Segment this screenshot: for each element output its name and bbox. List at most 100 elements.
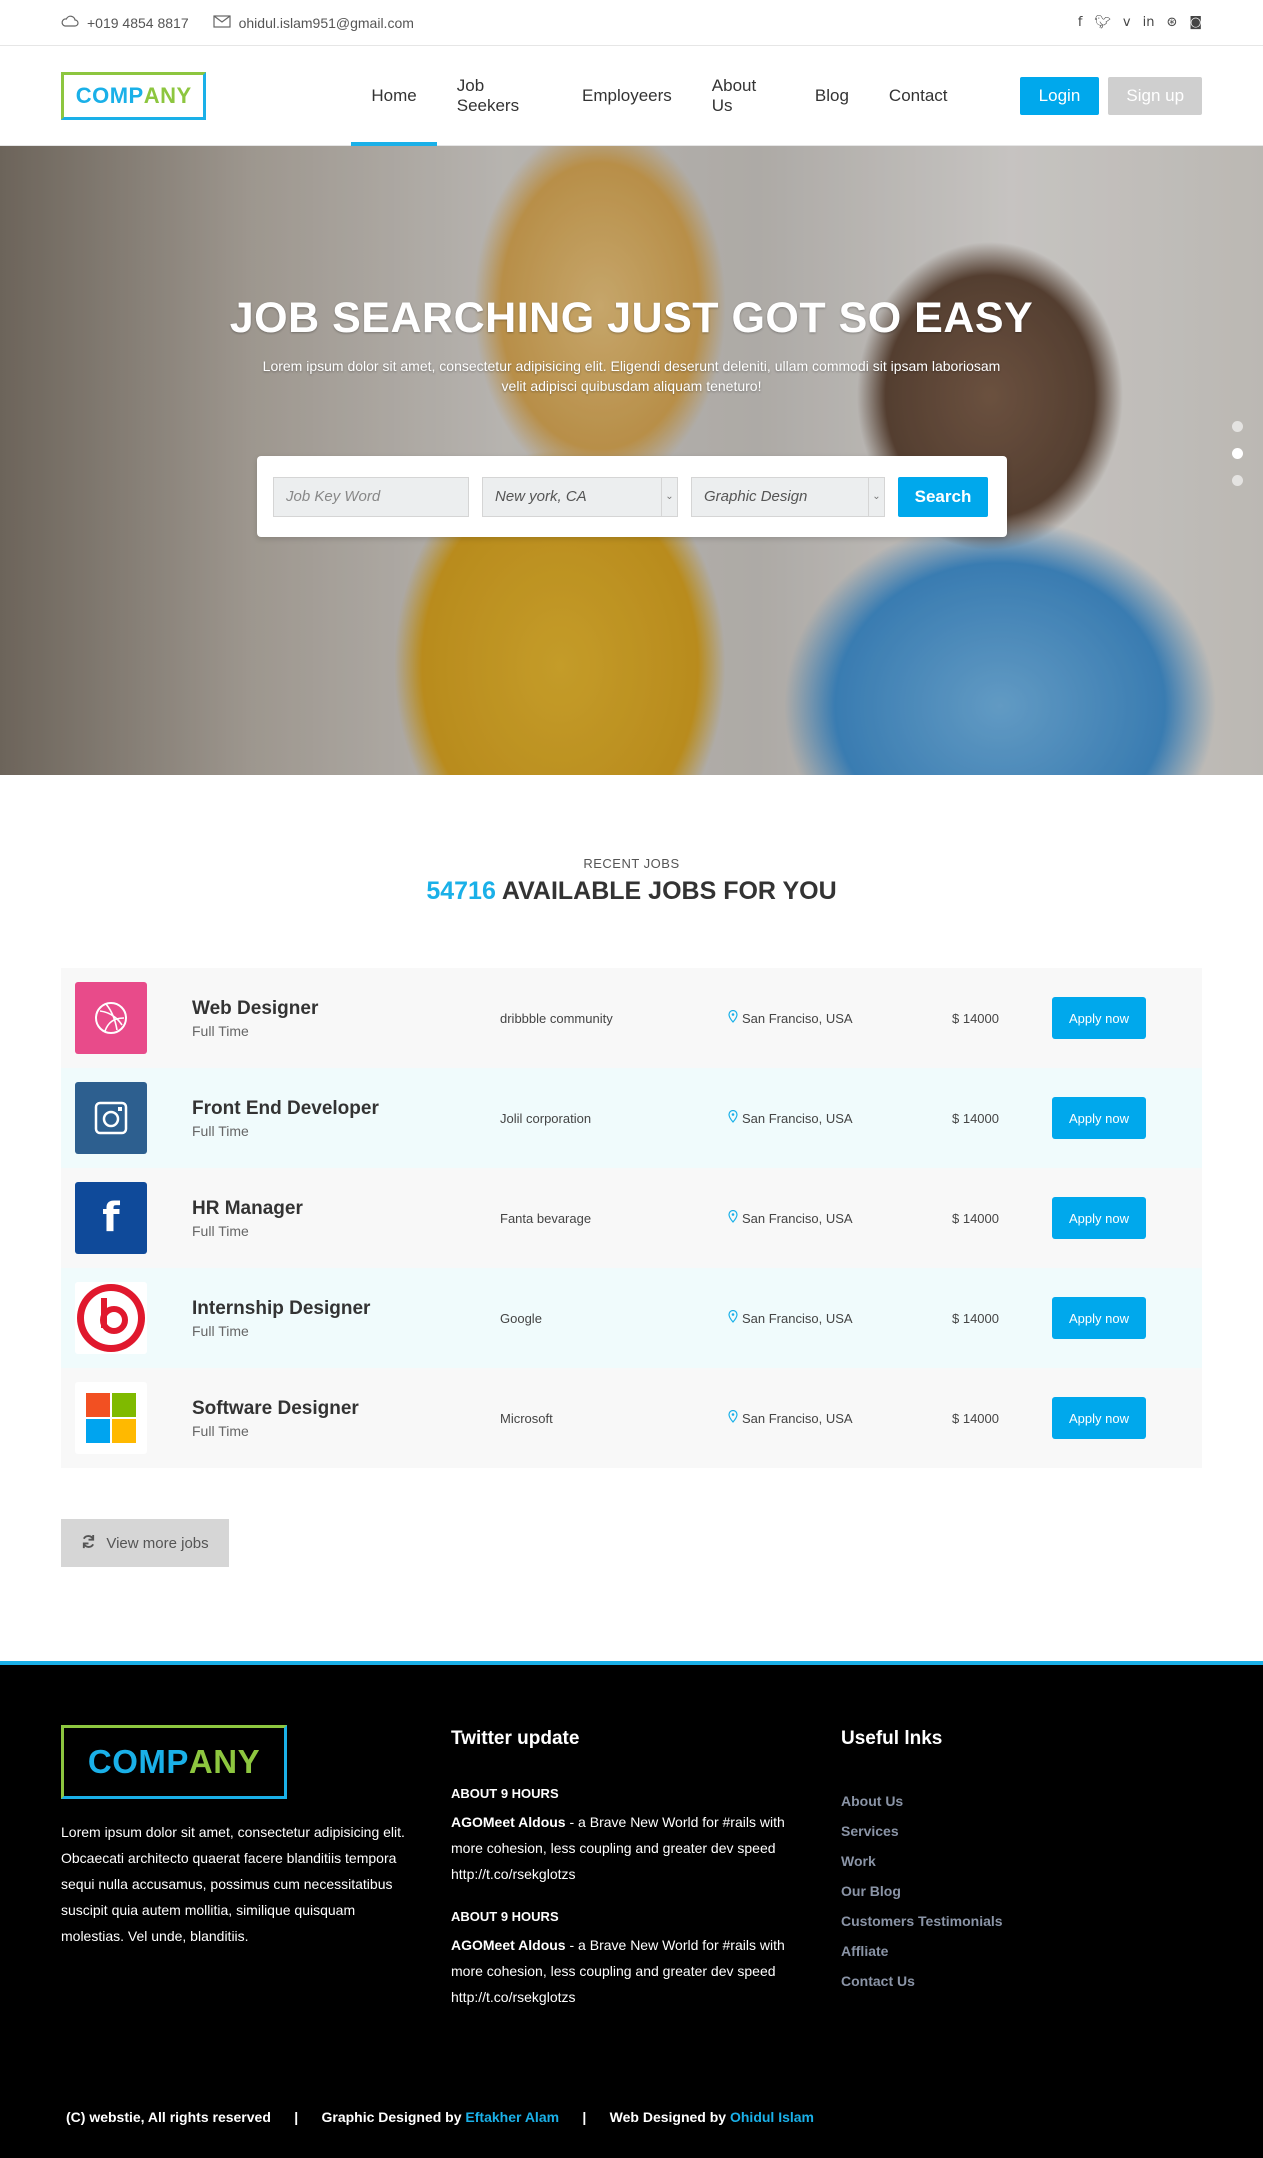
nav-job-seekers[interactable]: Job Seekers: [437, 46, 562, 145]
section-label: RECENT JOBS: [583, 856, 680, 871]
facebook-glyph: f: [102, 1195, 120, 1241]
login-button[interactable]: Login: [1019, 76, 1100, 115]
job-row[interactable]: Web Designer Full Time dribbble communit…: [61, 968, 1202, 1068]
twitter-heading: Twitter update: [451, 1728, 580, 1749]
location-select[interactable]: New york, CA ⌄: [482, 476, 678, 517]
slider-dot-1[interactable]: [1232, 421, 1243, 432]
twitter-icon[interactable]: 🐦︎: [1094, 15, 1111, 30]
nav-home[interactable]: Home: [351, 46, 438, 146]
apply-button[interactable]: Apply now: [1052, 1097, 1146, 1139]
slider-dot-2[interactable]: [1232, 448, 1243, 459]
section-title: 54716 AVAILABLE JOBS FOR YOU: [61, 877, 1202, 906]
envelope-icon: [213, 14, 231, 31]
useful-links-list: About Us Services Work Our Blog Customer…: [841, 1786, 1161, 1996]
footer-twitter-column: Twitter update ABOUT 9 HOURS AGOMeet Ald…: [451, 1725, 841, 2010]
job-location: San Franciso, USA: [728, 1009, 952, 1026]
job-salary: $ 14000: [952, 1110, 999, 1126]
apply-button[interactable]: Apply now: [1052, 1397, 1146, 1439]
facebook-icon[interactable]: f: [1078, 15, 1083, 30]
nav-about-us[interactable]: About Us: [692, 46, 795, 145]
footer-link-our-blog[interactable]: Our Blog: [841, 1876, 1161, 1906]
job-salary: $ 14000: [952, 1310, 999, 1326]
job-row[interactable]: Internship Designer Full Time Google San…: [61, 1268, 1202, 1368]
job-row[interactable]: Software Designer Full Time Microsoft Sa…: [61, 1368, 1202, 1468]
job-salary: $ 14000: [952, 1410, 999, 1426]
vimeo-icon[interactable]: v: [1123, 15, 1131, 30]
job-title[interactable]: Software Designer: [192, 1398, 500, 1420]
dribbble-icon[interactable]: ⊛: [1166, 15, 1177, 30]
category-select-value: Graphic Design: [704, 488, 808, 505]
slider-dots: [1232, 421, 1243, 486]
apply-button[interactable]: Apply now: [1052, 1197, 1146, 1239]
logo-text-part1: COMP: [75, 82, 144, 108]
phone-number: +019 4854 8817: [87, 14, 189, 31]
refresh-icon: [81, 1534, 96, 1553]
footer-logo[interactable]: COMP ANY: [61, 1725, 287, 1799]
nav-employeers[interactable]: Employeers: [562, 46, 692, 145]
copyright-row: (C) webstie, All rights reserved | Graph…: [66, 2109, 814, 2125]
job-location-text: San Franciso, USA: [742, 1310, 853, 1326]
footer-link-work[interactable]: Work: [841, 1846, 1161, 1876]
footer-link-about-us[interactable]: About Us: [841, 1786, 1161, 1816]
location-select-value: New york, CA: [495, 488, 587, 505]
email-address[interactable]: ohidul.islam951@gmail.com: [239, 15, 414, 31]
job-location: San Franciso, USA: [728, 1409, 952, 1426]
nav-contact[interactable]: Contact: [869, 46, 968, 145]
job-info: Front End Developer Full Time: [192, 1098, 500, 1139]
main-header: COMP ANY Home Job Seekers Employeers Abou…: [0, 46, 1263, 146]
linkedin-icon[interactable]: in: [1143, 15, 1155, 30]
nav-blog[interactable]: Blog: [795, 46, 869, 145]
hero-description: Lorem ipsum dolor sit amet, consectetur …: [262, 358, 1001, 394]
footer-link-affliate[interactable]: Affliate: [841, 1936, 1161, 1966]
beats-icon: [75, 1282, 147, 1354]
footer-link-services[interactable]: Services: [841, 1816, 1161, 1846]
job-info: Internship Designer Full Time: [192, 1298, 500, 1339]
copyright-text: (C) webstie, All rights reserved: [66, 2109, 271, 2125]
job-title[interactable]: Web Designer: [192, 998, 500, 1020]
category-select[interactable]: Graphic Design ⌄: [691, 476, 885, 517]
chevron-down-icon: ⌄: [661, 477, 677, 516]
social-links: f 🐦︎ v in ⊛ ◙: [1078, 15, 1202, 30]
footer-link-testimonials[interactable]: Customers Testimonials: [841, 1906, 1161, 1936]
chevron-down-icon: ⌄: [868, 477, 884, 516]
tweet: ABOUT 9 HOURS AGOMeet Aldous - a Brave N…: [451, 1786, 841, 1887]
job-type: Full Time: [192, 1022, 249, 1039]
hero-title: JOB SEARCHING JUST GOT SO EASY: [229, 294, 1034, 342]
company-logo[interactable]: COMP ANY: [61, 71, 207, 120]
slider-dot-3[interactable]: [1232, 475, 1243, 486]
apply-button[interactable]: Apply now: [1052, 997, 1146, 1039]
graphic-credit-name[interactable]: Eftakher Alam: [465, 2109, 559, 2125]
job-info: HR Manager Full Time: [192, 1198, 500, 1239]
jobs-heading: AVAILABLE JOBS FOR YOU: [501, 877, 837, 905]
apply-button[interactable]: Apply now: [1052, 1297, 1146, 1339]
tweet-author[interactable]: AGOMeet Aldous: [451, 1814, 566, 1830]
cloud-icon: [61, 14, 79, 31]
job-list: Web Designer Full Time dribbble communit…: [61, 968, 1202, 1468]
footer-about-text: Lorem ipsum dolor sit amet, consectetur …: [61, 1824, 405, 1944]
view-more-jobs-button[interactable]: View more jobs: [61, 1519, 229, 1567]
job-keyword-input[interactable]: Job Key Word: [273, 476, 469, 517]
tweet-body: AGOMeet Aldous - a Brave New World for #…: [451, 1932, 801, 2010]
job-type: Full Time: [192, 1222, 249, 1239]
job-row[interactable]: Front End Developer Full Time Jolil corp…: [61, 1068, 1202, 1168]
top-bar: +019 4854 8817 ohidul.islam951@gmail.com…: [0, 0, 1263, 46]
hero-banner: JOB SEARCHING JUST GOT SO EASY Lorem ips…: [0, 146, 1263, 775]
job-salary: $ 14000: [952, 1010, 999, 1026]
footer-logo-part2: ANY: [188, 1743, 261, 1780]
job-row[interactable]: f HR Manager Full Time Fanta bevarage Sa…: [61, 1168, 1202, 1268]
web-credit-name[interactable]: Ohidul Islam: [730, 2109, 814, 2125]
job-location: San Franciso, USA: [728, 1109, 952, 1126]
search-button[interactable]: Search: [898, 476, 988, 517]
map-pin-icon: [728, 1309, 738, 1326]
instagram-icon[interactable]: ◙: [1189, 15, 1202, 30]
email-item[interactable]: ohidul.islam951@gmail.com: [213, 15, 414, 31]
job-title[interactable]: Front End Developer: [192, 1098, 500, 1120]
phone-item: +019 4854 8817: [61, 14, 189, 31]
tweet-author[interactable]: AGOMeet Aldous: [451, 1937, 566, 1953]
signup-button[interactable]: Sign up: [1108, 76, 1202, 115]
job-title[interactable]: HR Manager: [192, 1198, 500, 1220]
job-title[interactable]: Internship Designer: [192, 1298, 500, 1320]
footer-link-contact-us[interactable]: Contact Us: [841, 1966, 1161, 1996]
job-company: Fanta bevarage: [500, 1210, 592, 1226]
dribbble-icon: [75, 982, 147, 1054]
